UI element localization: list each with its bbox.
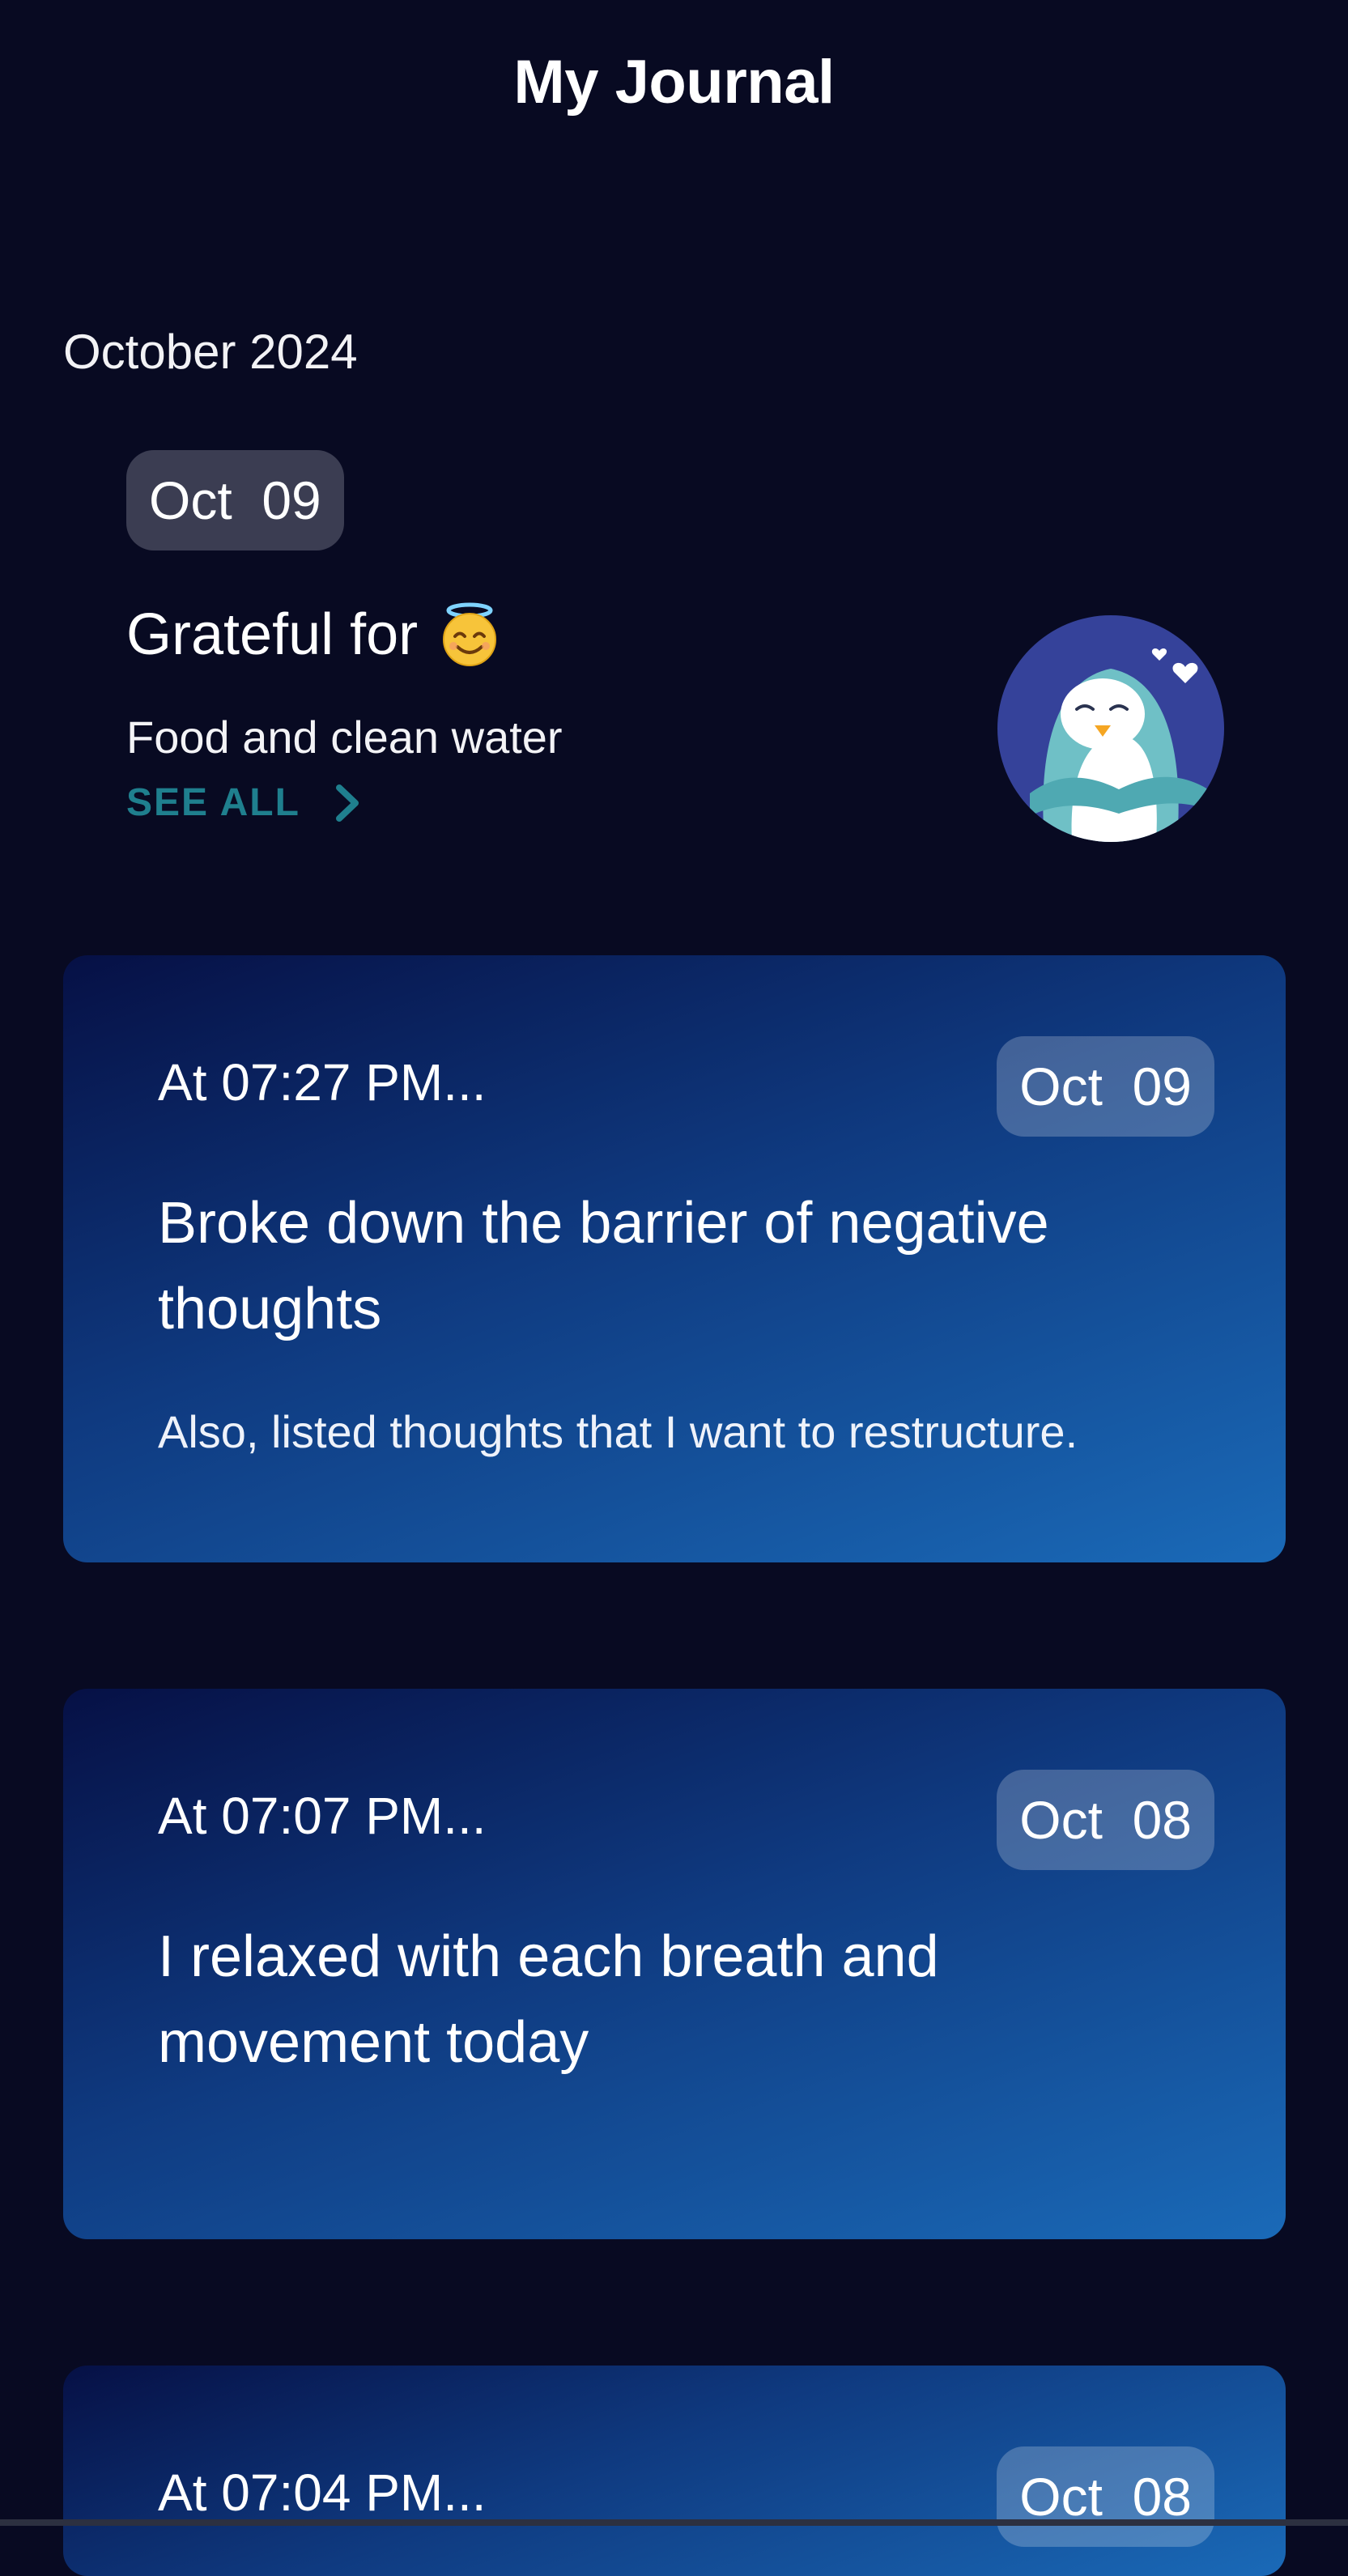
gratitude-title-row: Grateful for <box>126 601 504 669</box>
gratitude-date-chip: Oct 09 <box>126 450 344 550</box>
entry-title: I relaxed with each breath and movement … <box>158 1924 939 2075</box>
gratitude-title: Grateful for <box>126 602 419 667</box>
entry-date-chip: Oct 09 <box>997 1036 1214 1137</box>
page-title: My Journal <box>513 48 835 117</box>
entry-body: Also, listed thoughts that I want to res… <box>158 1406 1078 1457</box>
month-section-label: October 2024 <box>63 325 358 379</box>
smiling-face-with-halo-icon <box>443 602 497 666</box>
chevron-right-icon <box>335 784 359 822</box>
see-all-button[interactable]: SEE ALL <box>126 780 362 825</box>
entry-time: At 07:27 PM... <box>158 1053 487 1112</box>
entry-title: Broke down the barrier of negative thoug… <box>158 1191 1049 1341</box>
entry-date-chip: Oct 08 <box>997 2446 1214 2547</box>
bottom-divider <box>0 2519 1348 2526</box>
entry-time: At 07:07 PM... <box>158 1787 487 1845</box>
see-all-label: SEE ALL <box>126 781 300 824</box>
penguin-mascot-illustration <box>997 615 1224 842</box>
gratitude-section: Oct 09 Grateful for Food and clean water… <box>126 450 1244 847</box>
entry-date-chip: Oct 08 <box>997 1770 1214 1870</box>
entry-time: At 07:04 PM... <box>158 2463 487 2522</box>
journal-entry-card[interactable]: At 07:07 PM... Oct 08 I relaxed with eac… <box>63 1689 1286 2239</box>
gratitude-text: Food and clean water <box>126 712 563 763</box>
journal-entry-card[interactable]: At 07:04 PM... Oct 08 <box>63 2366 1286 2576</box>
journal-entry-card[interactable]: At 07:27 PM... Oct 09 Broke down the bar… <box>63 955 1286 1562</box>
